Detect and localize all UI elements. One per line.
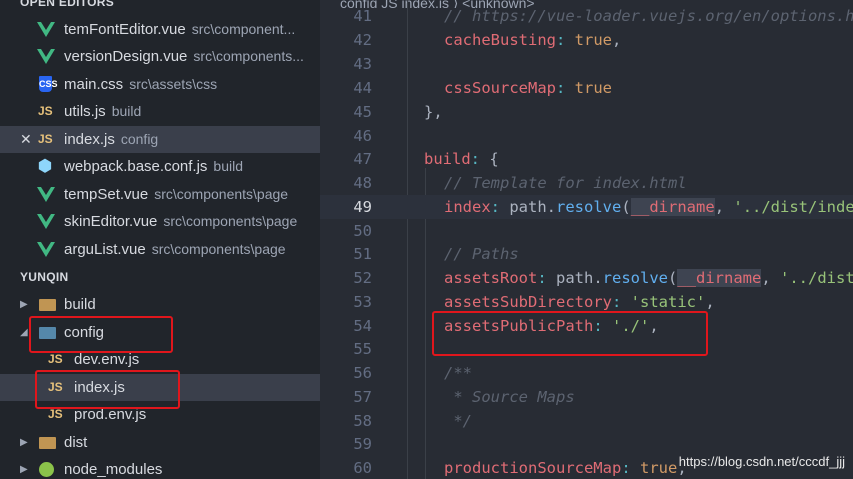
folder-icon <box>39 437 56 449</box>
code-line: 43 <box>353 55 372 73</box>
open-editors-header[interactable]: OPEN EDITORS <box>0 0 320 12</box>
code-editor[interactable]: config JS index.js ⟩ <unknown> 41// http… <box>320 0 853 479</box>
code-line-current: 49 index: path.resolve(__dirname, '../dis… <box>320 195 853 219</box>
open-editor-item[interactable]: arguList.vue src\components\page <box>0 236 320 263</box>
tree-folder-dist[interactable]: ▶ dist <box>0 429 320 456</box>
open-editor-item[interactable]: JS utils.js build <box>0 98 320 125</box>
highlight-box-index-js <box>35 370 180 409</box>
vue-icon <box>37 187 55 202</box>
open-editor-item[interactable]: ⬢ webpack.base.conf.js build <box>0 153 320 180</box>
js-icon: JS <box>38 132 53 146</box>
watermark: https://blog.csdn.net/cccdf_jjj <box>678 454 845 469</box>
vue-icon <box>37 242 55 257</box>
code-line: 58 */ <box>353 412 472 430</box>
code-line: 44 cssSourceMap: true <box>353 79 612 97</box>
node-folder-icon <box>39 462 54 477</box>
js-icon: JS <box>38 104 53 118</box>
highlight-box-public-path <box>432 311 708 356</box>
folder-icon <box>39 299 56 311</box>
tree-folder-build[interactable]: ▶ build <box>0 291 320 318</box>
open-editor-item-active[interactable]: ✕ JS index.js config <box>0 126 320 153</box>
explorer-sidebar: OPEN EDITORS temFontEditor.vue src\compon… <box>0 0 320 479</box>
code-line: 48// Template for index.html <box>353 174 687 192</box>
chevron-right-icon: ▶ <box>20 464 28 475</box>
code-line: 57 * Source Maps <box>353 388 575 406</box>
vue-icon <box>37 22 55 37</box>
open-editor-item[interactable]: temFontEditor.vue src\component... <box>0 16 320 43</box>
highlight-box-config <box>29 316 173 353</box>
chevron-right-icon: ▶ <box>20 437 28 448</box>
open-editor-item[interactable]: CSS main.css src\assets\css <box>0 71 320 98</box>
project-header[interactable]: YUNQIN <box>0 267 320 287</box>
open-editor-item[interactable]: skinEditor.vue src\components\page <box>0 208 320 235</box>
webpack-icon: ⬢ <box>38 158 52 175</box>
code-line: 42 cacheBusting: true, <box>353 31 622 49</box>
css-icon: CSS <box>39 76 58 92</box>
code-line: 56/** <box>353 364 472 382</box>
close-icon[interactable]: ✕ <box>20 126 32 153</box>
tree-folder-node-modules[interactable]: ▶ node_modules <box>0 456 320 479</box>
code-line: 59 <box>353 435 372 453</box>
open-editor-item[interactable]: versionDesign.vue src\components... <box>0 43 320 70</box>
vue-icon <box>37 214 55 229</box>
vue-icon <box>37 49 55 64</box>
chevron-down-icon: ◢ <box>20 327 28 338</box>
code-line: 47 build: { <box>353 150 499 168</box>
code-line: 52 assetsRoot: path.resolve(__dirname, '.… <box>353 269 853 287</box>
chevron-right-icon: ▶ <box>20 299 28 310</box>
open-editor-item[interactable]: tempSet.vue src\components\page <box>0 181 320 208</box>
code-line: 51// Paths <box>353 245 519 263</box>
code-line: 45}, <box>353 103 443 121</box>
code-line: 41// https://vue-loader.vuejs.org/en/opt… <box>353 7 853 25</box>
code-line: 50 <box>353 222 372 240</box>
code-line: 46 <box>353 127 372 145</box>
